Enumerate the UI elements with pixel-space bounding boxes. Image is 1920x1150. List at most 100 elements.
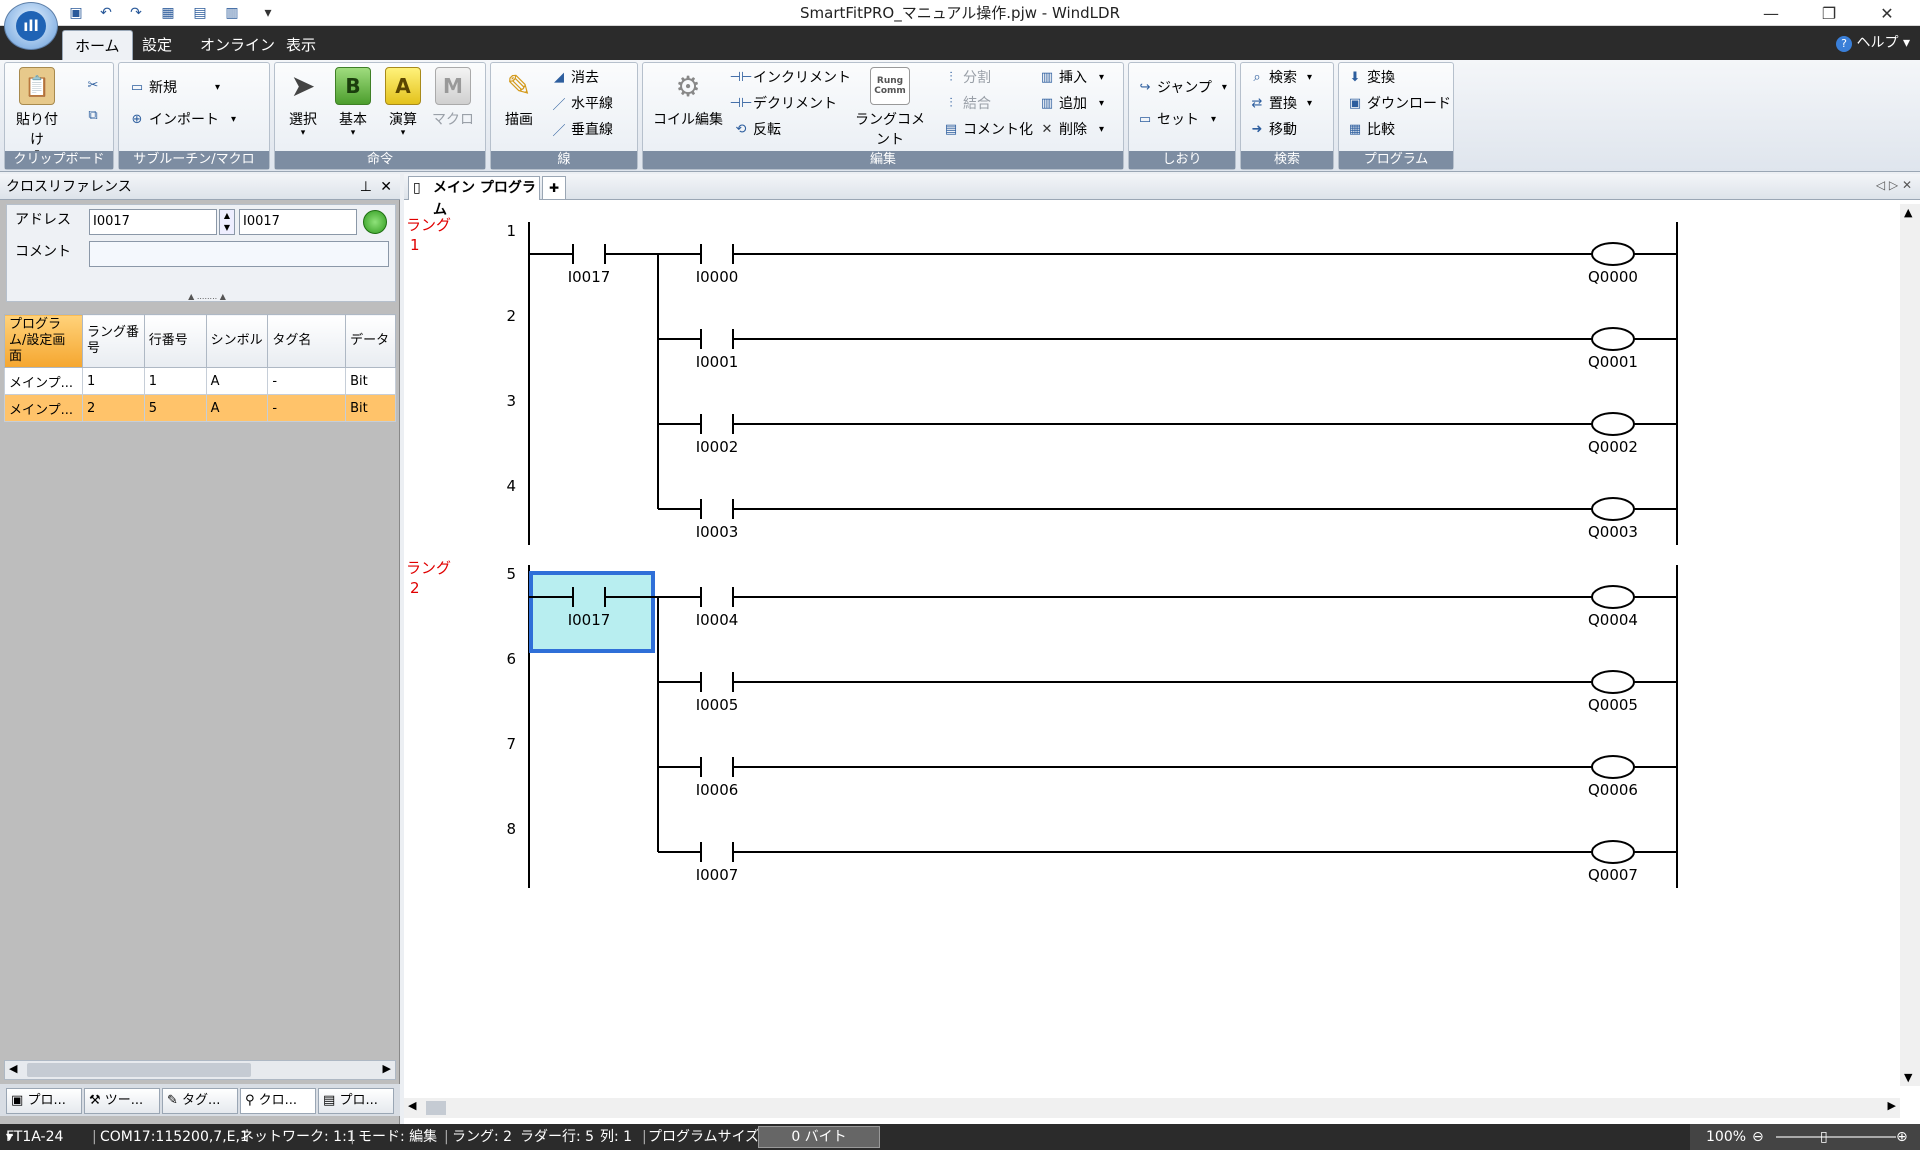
zoom-thumb[interactable]: ▯: [1820, 1124, 1828, 1150]
input-label: I0003: [696, 523, 739, 541]
add-icon: ▥: [1040, 95, 1054, 111]
table-row-selected[interactable]: メインプ... 2 5 A - Bit: [4, 394, 396, 422]
minimize-button[interactable]: —: [1742, 0, 1800, 26]
rung-status: ラング: 2: [452, 1129, 513, 1145]
col-data[interactable]: データ: [345, 314, 396, 368]
basic-label: 基本: [339, 112, 367, 128]
increment-button[interactable]: ⊣⊢ インクリメント: [729, 67, 851, 87]
vertical-line-icon: ／: [552, 123, 566, 139]
macro-button[interactable]: M マクロ: [429, 67, 477, 129]
join-button[interactable]: ⫶ 結合: [943, 93, 991, 113]
commentize-button[interactable]: ▤ コメント化: [943, 119, 1033, 139]
tab-online[interactable]: オンライン: [188, 30, 287, 60]
rung-comment-button[interactable]: Rung Comm ラングコメント: [849, 67, 931, 149]
application-menu-button[interactable]: ıll: [4, 2, 58, 50]
basic-button[interactable]: B 基本 ▾: [329, 67, 377, 138]
col-symbol[interactable]: シンボル: [205, 314, 269, 368]
erase-button[interactable]: ◢ 消去: [551, 67, 599, 87]
zoom-out-icon[interactable]: ⊖: [1752, 1124, 1764, 1150]
replace-button[interactable]: ⇄ 置換 ▾: [1249, 93, 1312, 113]
move-button[interactable]: ➜ 移動: [1249, 119, 1297, 139]
new-subroutine-button[interactable]: ▭ 新規 ▾: [129, 77, 220, 97]
panel-close-icon[interactable]: ✕: [380, 174, 392, 200]
pin-icon[interactable]: ⊥: [360, 174, 372, 200]
col-tag-name[interactable]: タグ名: [267, 314, 347, 368]
copy-icon: ⧉: [88, 107, 98, 123]
tab-tools[interactable]: ⚒ ツー...: [84, 1088, 160, 1114]
zoom-in-icon[interactable]: ⊕: [1896, 1124, 1908, 1150]
tab-nav-icons[interactable]: ◁ ▷ ✕: [1876, 178, 1912, 192]
table-header-row: プログラム/設定画面 ラング番号 行番号 シンボル タグ名 データ: [4, 314, 396, 368]
scroll-thumb[interactable]: [27, 1063, 251, 1077]
splitter-grip[interactable]: ▲ ........ ▲: [167, 293, 247, 301]
tab-settings[interactable]: 設定: [130, 30, 184, 60]
pencil-icon: ✎: [506, 68, 532, 104]
panel-header: クロスリファレンス ⊥ ✕: [0, 174, 400, 200]
increment-icon: ⊣⊢: [729, 69, 753, 85]
line-number: 6: [506, 650, 516, 668]
plc-type-dropdown[interactable]: FT1A-24 ▾: [6, 1124, 63, 1150]
decrement-icon: ⊣⊢: [729, 95, 753, 111]
decrement-button[interactable]: ⊣⊢ デクリメント: [729, 93, 837, 113]
col-program[interactable]: プログラム/設定画面: [4, 314, 83, 368]
insert-button[interactable]: ▥ 挿入 ▾: [1039, 67, 1104, 87]
tab-project[interactable]: ▣ プロ...: [6, 1088, 82, 1114]
delete-button[interactable]: ✕ 削除 ▾: [1039, 119, 1104, 139]
address-to-input[interactable]: I0017: [239, 209, 357, 235]
select-button[interactable]: ➤ 選択 ▾: [279, 67, 327, 138]
vertical-line-button[interactable]: ／ 垂直線: [551, 119, 613, 139]
search-button[interactable]: ⌕ 検索 ▾: [1249, 67, 1312, 87]
set-bookmark-button[interactable]: ▭ セット ▾: [1137, 109, 1216, 129]
col-line-number[interactable]: 行番号: [143, 314, 207, 368]
insert-icon: ▥: [1040, 69, 1054, 85]
tab-home[interactable]: ホーム: [62, 30, 133, 60]
table-row[interactable]: メインプ... 1 1 A - Bit: [4, 367, 396, 395]
paste-button[interactable]: 📋 貼り付け▾: [11, 67, 63, 158]
jump-button[interactable]: ↪ ジャンプ ▾: [1137, 77, 1227, 97]
cell-program: メインプ...: [4, 367, 83, 395]
horizontal-line-button[interactable]: ／ 水平線: [551, 93, 613, 113]
output-label: Q0005: [1588, 696, 1638, 714]
add-button[interactable]: ▥ 追加 ▾: [1039, 93, 1104, 113]
ladder-diagram[interactable]: ラング 1 I0017 1 I0000 Q0000 2 I0001 Q0001 3 I0002 Q00…: [404, 204, 1896, 1094]
panel-horizontal-scrollbar[interactable]: ◀ ▶: [4, 1060, 396, 1080]
cut-button[interactable]: ✂: [85, 77, 101, 93]
set-label: セット: [1157, 112, 1199, 128]
col-rung-number[interactable]: ラング番号: [81, 314, 145, 368]
tab-main-program[interactable]: ▯ メイン プログラム: [408, 176, 540, 218]
search-form: アドレス I0017 ▲ ▼ I0017 コメント ▲ ........ ▲: [6, 204, 396, 302]
new-tab-button[interactable]: ✚: [542, 176, 566, 200]
split-button[interactable]: ⫶ 分割: [943, 67, 991, 87]
editor-horizontal-scrollbar[interactable]: ◀ ▶: [404, 1098, 1900, 1118]
coil-edit-button[interactable]: ⚙ コイル編集: [649, 67, 727, 129]
comment-input[interactable]: [89, 241, 389, 267]
tab-program[interactable]: ▤ プロ...: [318, 1088, 394, 1114]
zoom-slider[interactable]: [1776, 1136, 1896, 1138]
address-spinner[interactable]: ▲ ▼: [219, 209, 235, 235]
tab-view[interactable]: 表示: [274, 30, 328, 60]
compare-button[interactable]: ▦ 比較: [1347, 119, 1395, 139]
download-button[interactable]: ▣ ダウンロード: [1347, 93, 1451, 113]
search-group-label: 検索: [1241, 151, 1333, 169]
line-group-label: 線: [491, 151, 637, 169]
help-label: ヘルプ: [1856, 35, 1899, 51]
tab-cross-reference[interactable]: ⚲ クロ...: [240, 1088, 316, 1114]
convert-button[interactable]: ⬇ 変換: [1347, 67, 1395, 87]
import-button[interactable]: ⊕ インポート ▾: [129, 109, 236, 129]
close-button[interactable]: ✕: [1858, 0, 1916, 26]
address-from-input[interactable]: I0017: [89, 209, 217, 235]
restore-button[interactable]: ❐: [1800, 0, 1858, 26]
help-button[interactable]: ? ヘルプ ▾: [1836, 30, 1910, 56]
apply-button[interactable]: A 演算 ▾: [379, 67, 427, 138]
copy-button[interactable]: ⧉: [85, 107, 101, 123]
execute-search-icon[interactable]: [363, 210, 387, 234]
editor-scroll-thumb[interactable]: [426, 1101, 446, 1115]
move-arrow-icon: ➜: [1251, 121, 1263, 137]
line-number: 1: [506, 222, 516, 240]
tab-tags[interactable]: ✎ タグ...: [162, 1088, 238, 1114]
editor-vertical-scrollbar[interactable]: ▲ ▼: [1900, 204, 1920, 1086]
new-tab-icon: ✚: [548, 181, 560, 195]
invert-button[interactable]: ⟲ 反転: [733, 119, 781, 139]
draw-button[interactable]: ✎ 描画: [495, 67, 543, 129]
output-label: Q0000: [1588, 268, 1638, 286]
